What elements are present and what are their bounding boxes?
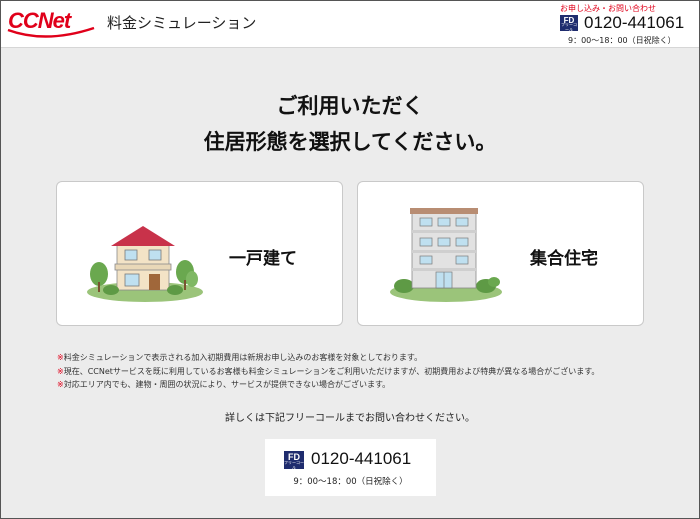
ccnet-logo[interactable]: CCNet: [7, 8, 96, 38]
contact-business-hours: 9：00〜18：00（日祝除く）: [293, 477, 408, 487]
house-icon: [87, 226, 203, 302]
header-business-hours: 9：00〜18：00（日祝除く）: [568, 36, 676, 45]
main-heading-line2: 住居形態を選択してください。: [203, 130, 497, 154]
option-label-apartment: 集合住宅: [530, 249, 598, 269]
option-label-house: 一戸建て: [229, 249, 297, 269]
note-text: 料金シミュレーションで表示される加入初期費用は新規お申し込みのお客様を対象として…: [63, 353, 423, 362]
note-item: ※対応エリア内でも、建物・周囲の状況により、サービスが提供できない場合がございま…: [57, 378, 657, 392]
freedial-icon: FD フリーコール: [284, 451, 304, 470]
freedial-contact-box[interactable]: FD フリーコール 0120-441061 9：00〜18：00（日祝除く）: [265, 439, 436, 496]
option-card-apartment[interactable]: 集合住宅: [357, 181, 644, 326]
notes-list: ※料金シミュレーションで表示される加入初期費用は新規お申し込みのお客様を対象とし…: [57, 351, 657, 392]
page-title: 料金シミュレーション: [107, 14, 257, 32]
site-header: CCNet 料金シミュレーション お申し込み・お問い合わせ FD フリーコール …: [0, 0, 700, 48]
note-mark: ※: [57, 366, 64, 376]
main-heading-line1: ご利用いただく: [276, 94, 424, 118]
note-text: 対応エリア内でも、建物・周囲の状況により、サービスが提供できない場合がございます…: [63, 380, 391, 389]
header-phone-number[interactable]: 0120-441061: [584, 13, 684, 33]
note-item: ※料金シミュレーションで表示される加入初期費用は新規お申し込みのお客様を対象とし…: [57, 351, 657, 365]
logo-swoosh-icon: [7, 26, 95, 38]
note-mark: ※: [57, 353, 64, 362]
freedial-badge-sub: フリーコール: [284, 460, 304, 470]
note-mark: ※: [57, 380, 64, 389]
freedial-badge-sub: フリーコール: [561, 22, 577, 32]
apartment-building-icon: [390, 208, 502, 302]
contact-lead-text: 詳しくは下記フリーコールまでお問い合わせください。: [225, 413, 475, 424]
contact-phone-number[interactable]: 0120-441061: [311, 449, 411, 469]
freedial-icon: FD フリーコール: [560, 15, 578, 32]
note-text: 現在、CCNetサービスを既に利用しているお客様も料金シミュレーションをご利用い…: [63, 366, 600, 376]
option-card-house[interactable]: 一戸建て: [56, 181, 343, 326]
note-item: ※現在、CCNetサービスを既に利用しているお客様も料金シミュレーションをご利用…: [57, 365, 657, 379]
